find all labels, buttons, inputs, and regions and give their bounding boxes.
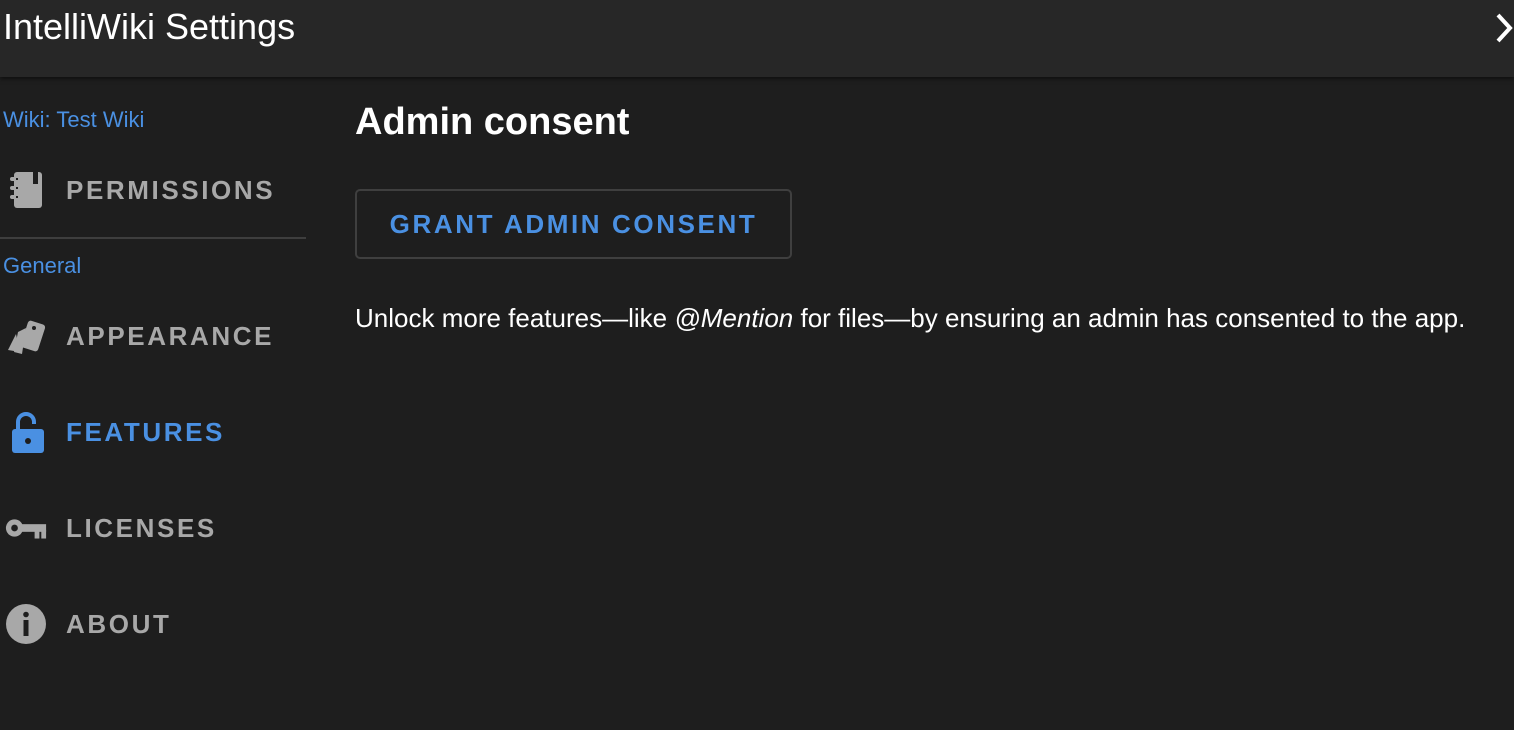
notebook-icon [4, 168, 48, 212]
feature-description: Unlock more features—like @Mention for f… [355, 296, 1505, 340]
description-text-end: for files—by ensuring an admin has conse… [793, 303, 1466, 333]
mention-emphasis: @Mention [674, 303, 794, 333]
sidebar-item-features[interactable]: FEATURES [0, 397, 306, 467]
description-text: Unlock more features—like [355, 303, 675, 333]
key-icon [4, 506, 48, 550]
close-chevron-icon[interactable] [1494, 12, 1514, 44]
general-section-label: General [3, 253, 82, 278]
title-bar: IntelliWiki Settings [0, 0, 1514, 77]
sidebar: Wiki: Test Wiki PERMISSIONS General APPE… [0, 77, 310, 730]
cards-icon [4, 314, 48, 358]
sidebar-item-label: ABOUT [66, 608, 172, 639]
sidebar-item-label: PERMISSIONS [66, 174, 276, 205]
window-title: IntelliWiki Settings [3, 6, 296, 47]
page-title: Admin consent [355, 101, 630, 143]
sidebar-item-label: APPEARANCE [66, 320, 275, 351]
wiki-section-label: Wiki: Test Wiki [3, 107, 145, 132]
sidebar-item-about[interactable]: ABOUT [0, 589, 306, 659]
sidebar-item-label: FEATURES [66, 416, 225, 447]
sidebar-item-label: LICENSES [66, 512, 217, 543]
unlocked-lock-icon [4, 410, 48, 454]
info-icon [4, 602, 48, 646]
sidebar-item-licenses[interactable]: LICENSES [0, 493, 306, 563]
grant-admin-consent-button[interactable]: GRANT ADMIN CONSENT [355, 189, 792, 259]
sidebar-divider [0, 237, 306, 239]
sidebar-item-appearance[interactable]: APPEARANCE [0, 301, 306, 371]
sidebar-item-permissions[interactable]: PERMISSIONS [0, 155, 306, 225]
